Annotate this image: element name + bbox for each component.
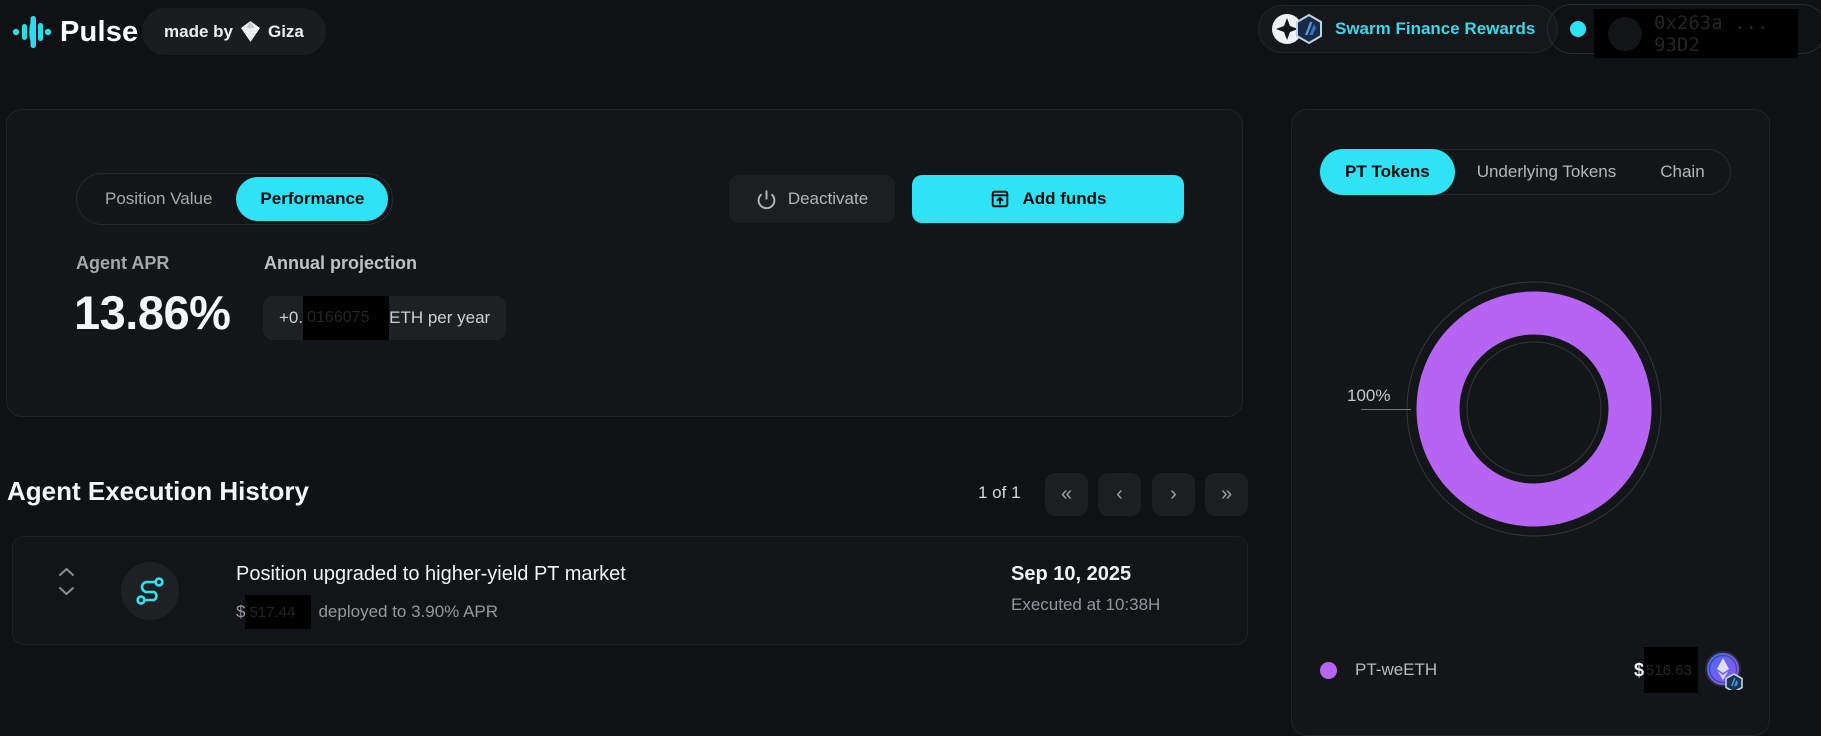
execution-time: Executed at 10:38H [1011,595,1160,615]
legend-token-name: PT-weETH [1355,660,1437,680]
amount-redacted: 517.44 [245,595,311,629]
arbitrum-hex-icon [1293,13,1325,45]
annual-projection-label: Annual projection [264,253,417,274]
route-icon [121,562,179,620]
header: Pulse made by Giza Swarm Finance Rewards [0,0,1821,62]
wallet-up-icon [989,188,1011,210]
deactivate-button[interactable]: Deactivate [729,175,895,223]
swarm-rewards-label: Swarm Finance Rewards [1335,19,1535,39]
chevron-up-icon[interactable] [58,567,75,577]
donut-slice-label: 100% [1347,386,1390,406]
row-reorder-controls [58,567,75,596]
pagination-prev-button[interactable]: ‹ [1098,473,1141,516]
power-icon [756,189,777,210]
annual-projection-value: +0. 0166075 ETH per year [263,296,506,340]
add-funds-button[interactable]: Add funds [912,175,1184,223]
legend-dot [1320,662,1337,679]
legend-value-prefix: $ [1634,660,1644,681]
legend-row: PT-weETH $ 516.63 [1320,646,1744,694]
agent-apr-label: Agent APR [76,253,169,274]
wallet-avatar [1608,17,1642,51]
app-logo: Pulse [12,12,138,52]
tab-chain[interactable]: Chain [1638,149,1726,195]
allocation-donut-chart [1404,279,1664,539]
wallet-address-redacted: 0x263a ... 93D2 [1594,9,1798,58]
toggle-position-value[interactable]: Position Value [81,177,236,221]
made-by-label: made by [164,22,233,42]
toggle-performance[interactable]: Performance [236,177,388,221]
agent-apr-value: 13.86% [74,285,230,340]
wallet-status-dot [1570,21,1586,37]
tab-pt-tokens[interactable]: PT Tokens [1320,149,1455,195]
execution-description: $ 517.44 deployed to 3.90% APR [236,595,626,629]
app-name: Pulse [60,16,138,49]
pagination-first-button[interactable]: « [1045,473,1088,516]
execution-date: Sep 10, 2025 [1011,563,1160,586]
giza-diamond-icon [241,21,260,42]
pulse-logo-icon [12,12,52,52]
pagination-info: 1 of 1 [978,483,1021,503]
chevron-down-icon[interactable] [58,586,75,596]
allocation-panel: PT Tokens Underlying Tokens Chain 100% P… [1291,109,1770,736]
pagination-next-button[interactable]: › [1152,473,1195,516]
tab-underlying-tokens[interactable]: Underlying Tokens [1455,149,1639,195]
wallet-button[interactable]: 0x263a ... 93D2 [1547,4,1821,54]
execution-title: Position upgraded to higher-yield PT mar… [236,563,626,586]
view-toggle: Position Value Performance [76,173,393,225]
allocation-tabs: PT Tokens Underlying Tokens Chain [1319,149,1731,195]
execution-row[interactable]: Position upgraded to higher-yield PT mar… [12,536,1248,645]
swarm-rewards-button[interactable]: Swarm Finance Rewards [1258,5,1558,53]
made-by-brand: Giza [268,22,304,42]
made-by-badge: made by Giza [142,8,326,55]
execution-history-title: Agent Execution History [7,476,309,507]
legend-value-redacted: 516.63 [1644,647,1698,693]
donut-label-line [1361,409,1411,410]
pagination-last-button[interactable]: » [1205,473,1248,516]
performance-card: Position Value Performance Deactivate Ad… [6,109,1243,417]
eth-token-icon [1704,650,1744,690]
projection-redacted: 0166075 [303,296,389,340]
